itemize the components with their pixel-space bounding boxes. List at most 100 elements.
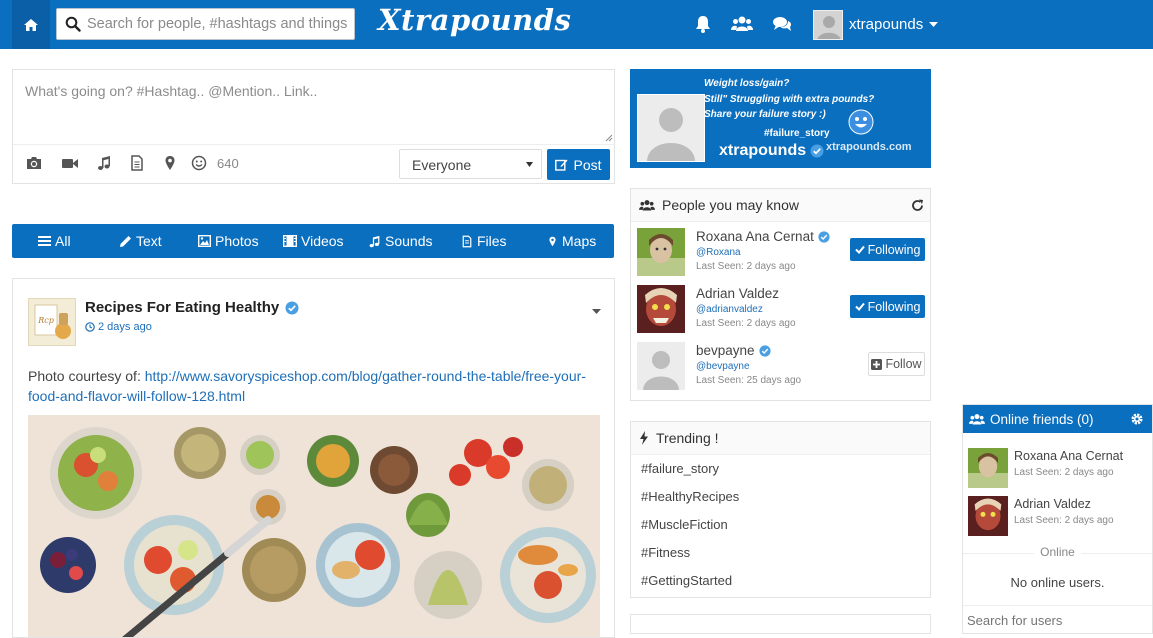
online-friends-title: Online friends (0)	[990, 411, 1094, 427]
map-marker-icon[interactable]	[162, 155, 178, 171]
search-icon	[65, 16, 81, 32]
user-name[interactable]: Roxana Ana Cernat	[696, 229, 830, 244]
trending-hashtag[interactable]: #MuscleFiction	[641, 517, 728, 532]
post-time[interactable]: 2 days ago	[85, 321, 152, 333]
camera-icon[interactable]	[26, 155, 42, 171]
user-handle[interactable]: @Roxana	[696, 247, 741, 258]
user-name[interactable]: Adrian Valdez	[696, 286, 779, 301]
picture-icon	[198, 235, 211, 247]
plus-square-icon	[871, 358, 883, 370]
film-icon	[283, 235, 297, 247]
people-you-may-know-panel: People you may know Roxana Ana Cernat @R…	[630, 188, 931, 401]
edit-icon	[555, 159, 568, 171]
user-handle[interactable]: @bevpayne	[696, 361, 750, 372]
trending-hashtag[interactable]: #Fitness	[641, 545, 690, 560]
online-friend[interactable]: Roxana Ana Cernat Last Seen: 2 days ago	[968, 448, 1153, 490]
map-marker-icon	[549, 236, 556, 246]
search-box[interactable]	[56, 8, 355, 40]
post-author-label: Recipes For Eating Healthy	[85, 299, 280, 316]
check-icon	[854, 245, 865, 254]
tab-label: All	[55, 233, 71, 249]
search-input[interactable]	[87, 10, 347, 38]
follow-button[interactable]: Follow	[868, 352, 925, 376]
tab-label: Text	[136, 233, 162, 249]
svg-text:Rcp: Rcp	[37, 316, 54, 325]
last-seen: Last Seen: 2 days ago	[696, 261, 796, 272]
bolt-icon	[640, 431, 648, 445]
comments-icon[interactable]	[772, 14, 792, 34]
suggested-user: Roxana Ana Cernat @Roxana Last Seen: 2 d…	[637, 228, 925, 278]
people-panel-header: People you may know	[631, 189, 930, 222]
trending-panel-header: Trending !	[631, 422, 930, 455]
verified-icon	[810, 144, 824, 158]
promo-line-1: Weight loss/gain?	[704, 78, 790, 89]
friend-last-seen: Last Seen: 2 days ago	[1014, 467, 1114, 478]
post-button-label: Post	[573, 156, 602, 173]
music-icon[interactable]	[96, 155, 112, 171]
user-avatar[interactable]	[637, 342, 685, 390]
feed-post: Rcp Recipes For Eating Healthy 2 days ag…	[12, 278, 615, 638]
list-icon	[38, 236, 51, 246]
people-panel-title: People you may know	[662, 197, 799, 213]
user-avatar[interactable]	[637, 228, 685, 276]
post-author-name[interactable]: Recipes For Eating Healthy	[85, 299, 299, 316]
promo-name-label: xtrapounds	[719, 142, 807, 159]
profile-promo-card[interactable]: Weight loss/gain? Still" Struggling with…	[630, 69, 931, 168]
gear-icon[interactable]	[1130, 412, 1144, 426]
post-photo[interactable]	[28, 415, 600, 637]
bell-icon[interactable]	[693, 14, 713, 34]
feed-filter-bar: All Text Photos Videos Sounds Files Maps	[12, 224, 614, 258]
following-button[interactable]: Following	[850, 295, 925, 318]
trending-hashtag[interactable]: #GettingStarted	[641, 573, 732, 588]
resize-handle-icon[interactable]	[605, 134, 613, 142]
promo-line-3: Share your failure story :)	[704, 109, 826, 120]
post-text-prefix: Photo courtesy of:	[28, 368, 145, 384]
post-text: Photo courtesy of: http://www.savoryspic…	[28, 366, 608, 406]
user-avatar[interactable]	[637, 285, 685, 333]
follow-label: Follow	[885, 357, 922, 371]
post-button[interactable]: Post	[547, 149, 610, 180]
users-icon[interactable]	[731, 14, 753, 34]
tab-videos[interactable]: Videos	[283, 224, 344, 258]
tab-label: Photos	[215, 233, 259, 249]
caret-down-icon	[929, 21, 939, 27]
tab-maps[interactable]: Maps	[547, 224, 596, 258]
user-handle[interactable]: @adrianvaldez	[696, 304, 763, 315]
home-button[interactable]	[12, 0, 50, 49]
pencil-icon	[120, 235, 131, 247]
tab-sounds[interactable]: Sounds	[368, 224, 432, 258]
tab-files[interactable]: Files	[461, 224, 507, 258]
user-search-input[interactable]	[963, 608, 1152, 632]
user-name-label: Adrian Valdez	[696, 286, 780, 301]
friend-name: Roxana Ana Cernat	[1014, 449, 1124, 463]
divider	[963, 605, 1152, 606]
refresh-icon[interactable]	[911, 199, 924, 212]
tab-all[interactable]: All	[38, 224, 71, 258]
post-textarea[interactable]	[13, 70, 614, 144]
following-button[interactable]: Following	[850, 238, 925, 261]
file-icon[interactable]	[129, 155, 145, 171]
online-friends-header[interactable]: Online friends (0)	[963, 405, 1152, 433]
privacy-select[interactable]: Everyone	[399, 149, 542, 179]
site-logo[interactable]: Xtrapounds	[378, 3, 571, 37]
tab-text[interactable]: Text	[119, 224, 162, 258]
trending-hashtag[interactable]: #failure_story	[641, 461, 719, 476]
last-seen: Last Seen: 2 days ago	[696, 318, 796, 329]
post-options-caret-icon[interactable]	[592, 309, 601, 315]
tab-photos[interactable]: Photos	[198, 224, 259, 258]
friend-name: Adrian Valdez	[1014, 497, 1091, 511]
smiley-icon[interactable]	[191, 155, 207, 171]
online-friends-panel: Online friends (0) Roxana Ana Cernat Las…	[962, 404, 1153, 634]
post-author-avatar[interactable]: Rcp	[28, 298, 76, 346]
trending-hashtag[interactable]: #HealthyRecipes	[641, 489, 739, 504]
promo-line-2: Still" Struggling with extra pounds?	[704, 94, 875, 105]
user-menu[interactable]: xtrapounds	[813, 9, 939, 40]
next-panel	[630, 614, 931, 634]
friend-avatar	[968, 448, 1008, 488]
home-icon	[24, 18, 38, 31]
online-friend[interactable]: Adrian Valdez Last Seen: 2 days ago	[968, 496, 1153, 538]
friend-avatar	[968, 496, 1008, 536]
user-name[interactable]: bevpayne	[696, 343, 771, 358]
video-icon[interactable]	[61, 155, 79, 171]
users-icon	[969, 413, 985, 425]
